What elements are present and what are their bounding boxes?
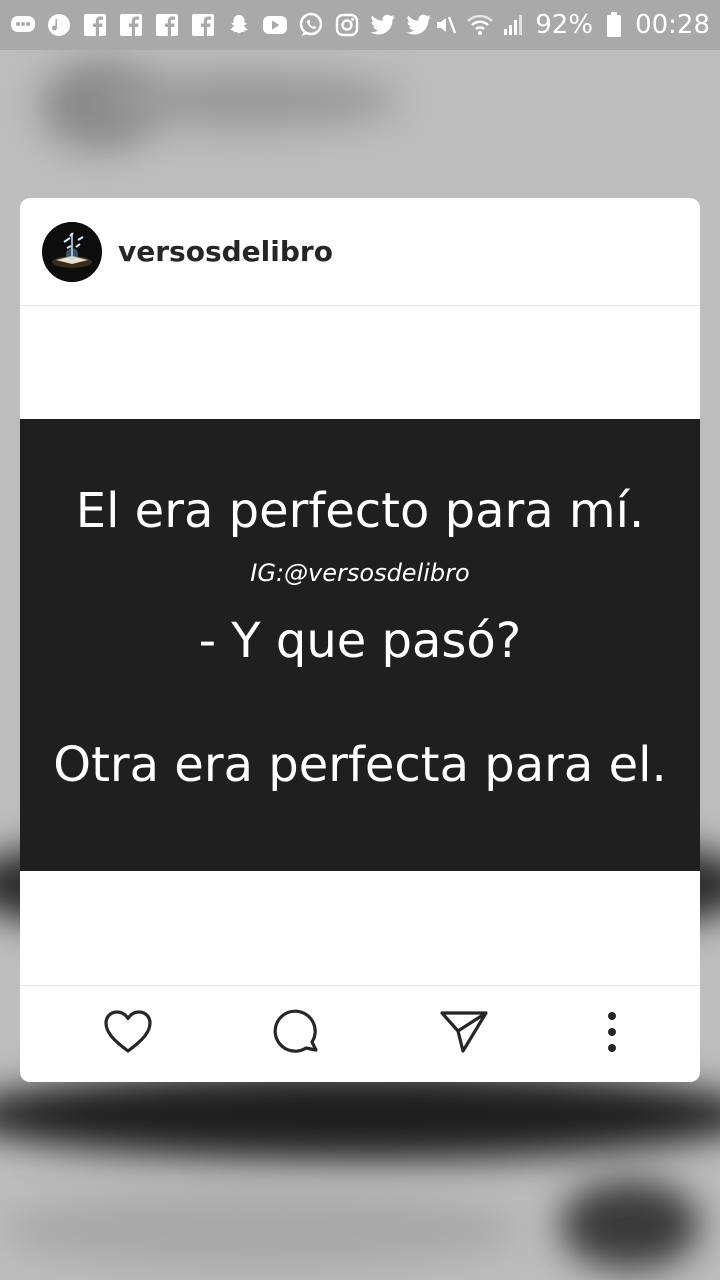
- quote-line-3: Otra era perfecta para el.: [53, 737, 667, 793]
- instagram-icon: [334, 12, 360, 38]
- post-image: El era perfecto para mí. IG:@versosdelib…: [20, 419, 700, 871]
- notification-icons: [10, 12, 432, 38]
- messages-icon: [10, 12, 36, 38]
- system-status: 92% 00:28: [433, 10, 710, 40]
- twitter-icon: [370, 12, 396, 38]
- clock: 00:28: [635, 10, 710, 40]
- facebook-icon: [154, 12, 180, 38]
- signal-icon: [501, 12, 527, 38]
- share-button[interactable]: [438, 1008, 490, 1060]
- post-actions: [20, 985, 700, 1082]
- like-button[interactable]: [102, 1008, 154, 1060]
- share-icon: [439, 1009, 489, 1059]
- status-bar: 92% 00:28: [0, 0, 720, 50]
- more-options-icon: [606, 1011, 618, 1057]
- quote-line-1: El era perfecto para mí.: [75, 483, 645, 539]
- avatar[interactable]: [42, 221, 102, 282]
- comment-button[interactable]: [270, 1008, 322, 1060]
- music-icon: [46, 12, 72, 38]
- post-header: versosdelibro: [20, 198, 700, 306]
- quote-line-2: - Y que pasó?: [198, 613, 522, 669]
- image-watermark: IG:@versosdelibro: [250, 559, 470, 587]
- facebook-icon: [82, 12, 108, 38]
- battery-percentage: 92%: [535, 10, 594, 40]
- whatsapp-icon: [298, 12, 324, 38]
- more-options-button[interactable]: [586, 1008, 638, 1060]
- mute-icon: [433, 12, 459, 38]
- facebook-icon: [190, 12, 216, 38]
- username[interactable]: versosdelibro: [118, 235, 333, 268]
- wifi-icon: [467, 12, 494, 38]
- twitter-icon: [406, 12, 432, 38]
- comment-icon: [272, 1008, 320, 1060]
- youtube-icon: [262, 12, 288, 38]
- facebook-icon: [118, 12, 144, 38]
- post-preview-card: versosdelibro El era perfecto para mí. I…: [20, 198, 700, 1082]
- battery-icon: [601, 12, 627, 38]
- snapchat-icon: [226, 12, 252, 38]
- like-icon: [103, 1009, 153, 1059]
